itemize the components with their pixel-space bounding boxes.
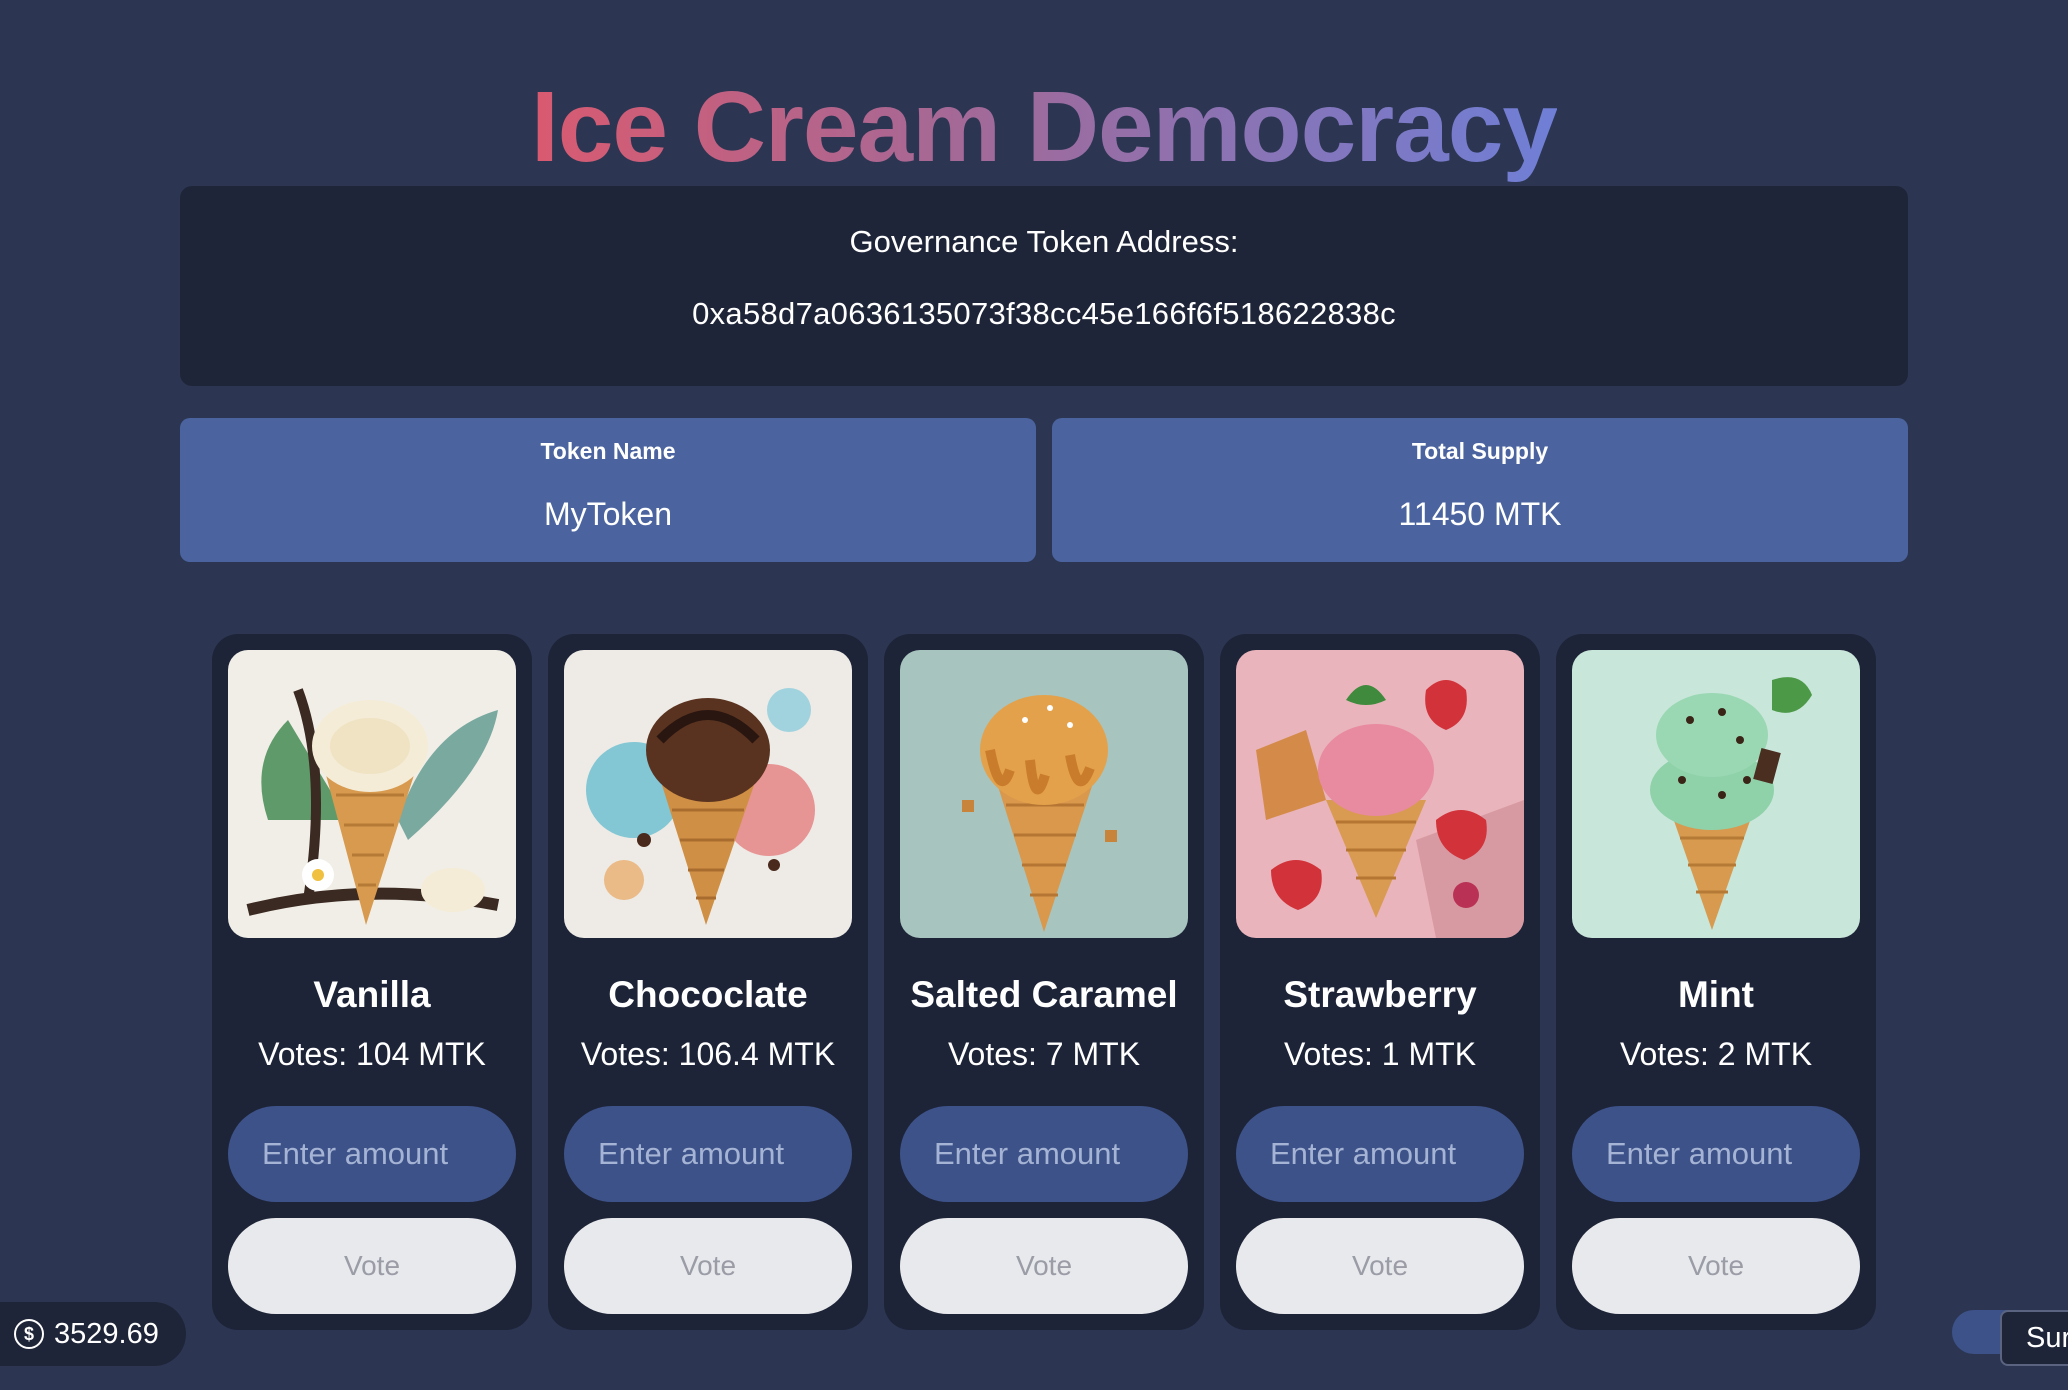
vote-button[interactable]: Vote [1572, 1218, 1860, 1314]
total-supply-label: Total Supply [1411, 438, 1549, 464]
wallet-balance[interactable]: $ 3529.69 [0, 1302, 186, 1366]
token-address-panel: Governance Token Address: 0xa58d7a063613… [180, 186, 1908, 386]
flavor-votes: Votes: 104 MTK [258, 1036, 486, 1072]
vote-amount-input[interactable] [228, 1106, 516, 1202]
flavor-votes: Votes: 2 MTK [1619, 1036, 1813, 1072]
total-supply-value: 11450 MTK [1398, 496, 1562, 532]
flavor-name: Strawberry [1283, 974, 1477, 1015]
vote-button[interactable]: Vote [228, 1218, 516, 1314]
flavor-card-mint: Mint Votes: 2 MTK Vote [1556, 634, 1876, 1330]
flavor-card-chocolate: Chococlate Votes: 106.4 MTK Vote [548, 634, 868, 1330]
flavor-card-vanilla: Vanilla Votes: 104 MTK Vote [212, 634, 532, 1330]
corner-button-label: Sur [2026, 1321, 2068, 1354]
vote-button[interactable]: Vote [564, 1218, 852, 1314]
vote-amount-input[interactable] [1572, 1106, 1860, 1202]
vote-amount-input[interactable] [564, 1106, 852, 1202]
token-name-label: Token Name [540, 438, 676, 464]
vanilla-cone-image [228, 650, 516, 938]
vote-button[interactable]: Vote [900, 1218, 1188, 1314]
caramel-cone-image [900, 650, 1188, 938]
dollar-coin-icon: $ [14, 1319, 44, 1349]
chocolate-cone-image [564, 650, 852, 938]
vote-amount-input[interactable] [900, 1106, 1188, 1202]
flavor-card-salted-caramel: Salted Caramel Votes: 7 MTK Vote [884, 634, 1204, 1330]
vote-button[interactable]: Vote [1236, 1218, 1524, 1314]
mint-cone-image [1572, 650, 1860, 938]
flavor-votes: Votes: 1 MTK [1283, 1036, 1477, 1072]
vote-amount-input[interactable] [1236, 1106, 1524, 1202]
token-name-card: Token Name MyToken [180, 418, 1036, 562]
flavor-card-strawberry: Strawberry Votes: 1 MTK Vote [1220, 634, 1540, 1330]
balance-value: 3529.69 [54, 1317, 159, 1350]
flavor-votes: Votes: 106.4 MTK [580, 1036, 836, 1072]
token-address-value: 0xa58d7a0636135073f38cc45e166f6f51862283… [692, 296, 1396, 331]
flavor-votes: Votes: 7 MTK [947, 1036, 1141, 1072]
corner-button[interactable]: Sur [2000, 1310, 2068, 1366]
flavor-name: Vanilla [313, 974, 431, 1015]
flavor-name: Salted Caramel [910, 974, 1178, 1015]
flavor-name: Mint [1677, 974, 1755, 1015]
token-name-value: MyToken [543, 496, 673, 532]
token-address-label: Governance Token Address: [849, 224, 1239, 259]
flavor-name: Chococlate [608, 974, 808, 1015]
strawberry-cone-image [1236, 650, 1524, 938]
page-title: Ice Cream Democracy [530, 71, 1558, 183]
total-supply-card: Total Supply 11450 MTK [1052, 418, 1908, 562]
